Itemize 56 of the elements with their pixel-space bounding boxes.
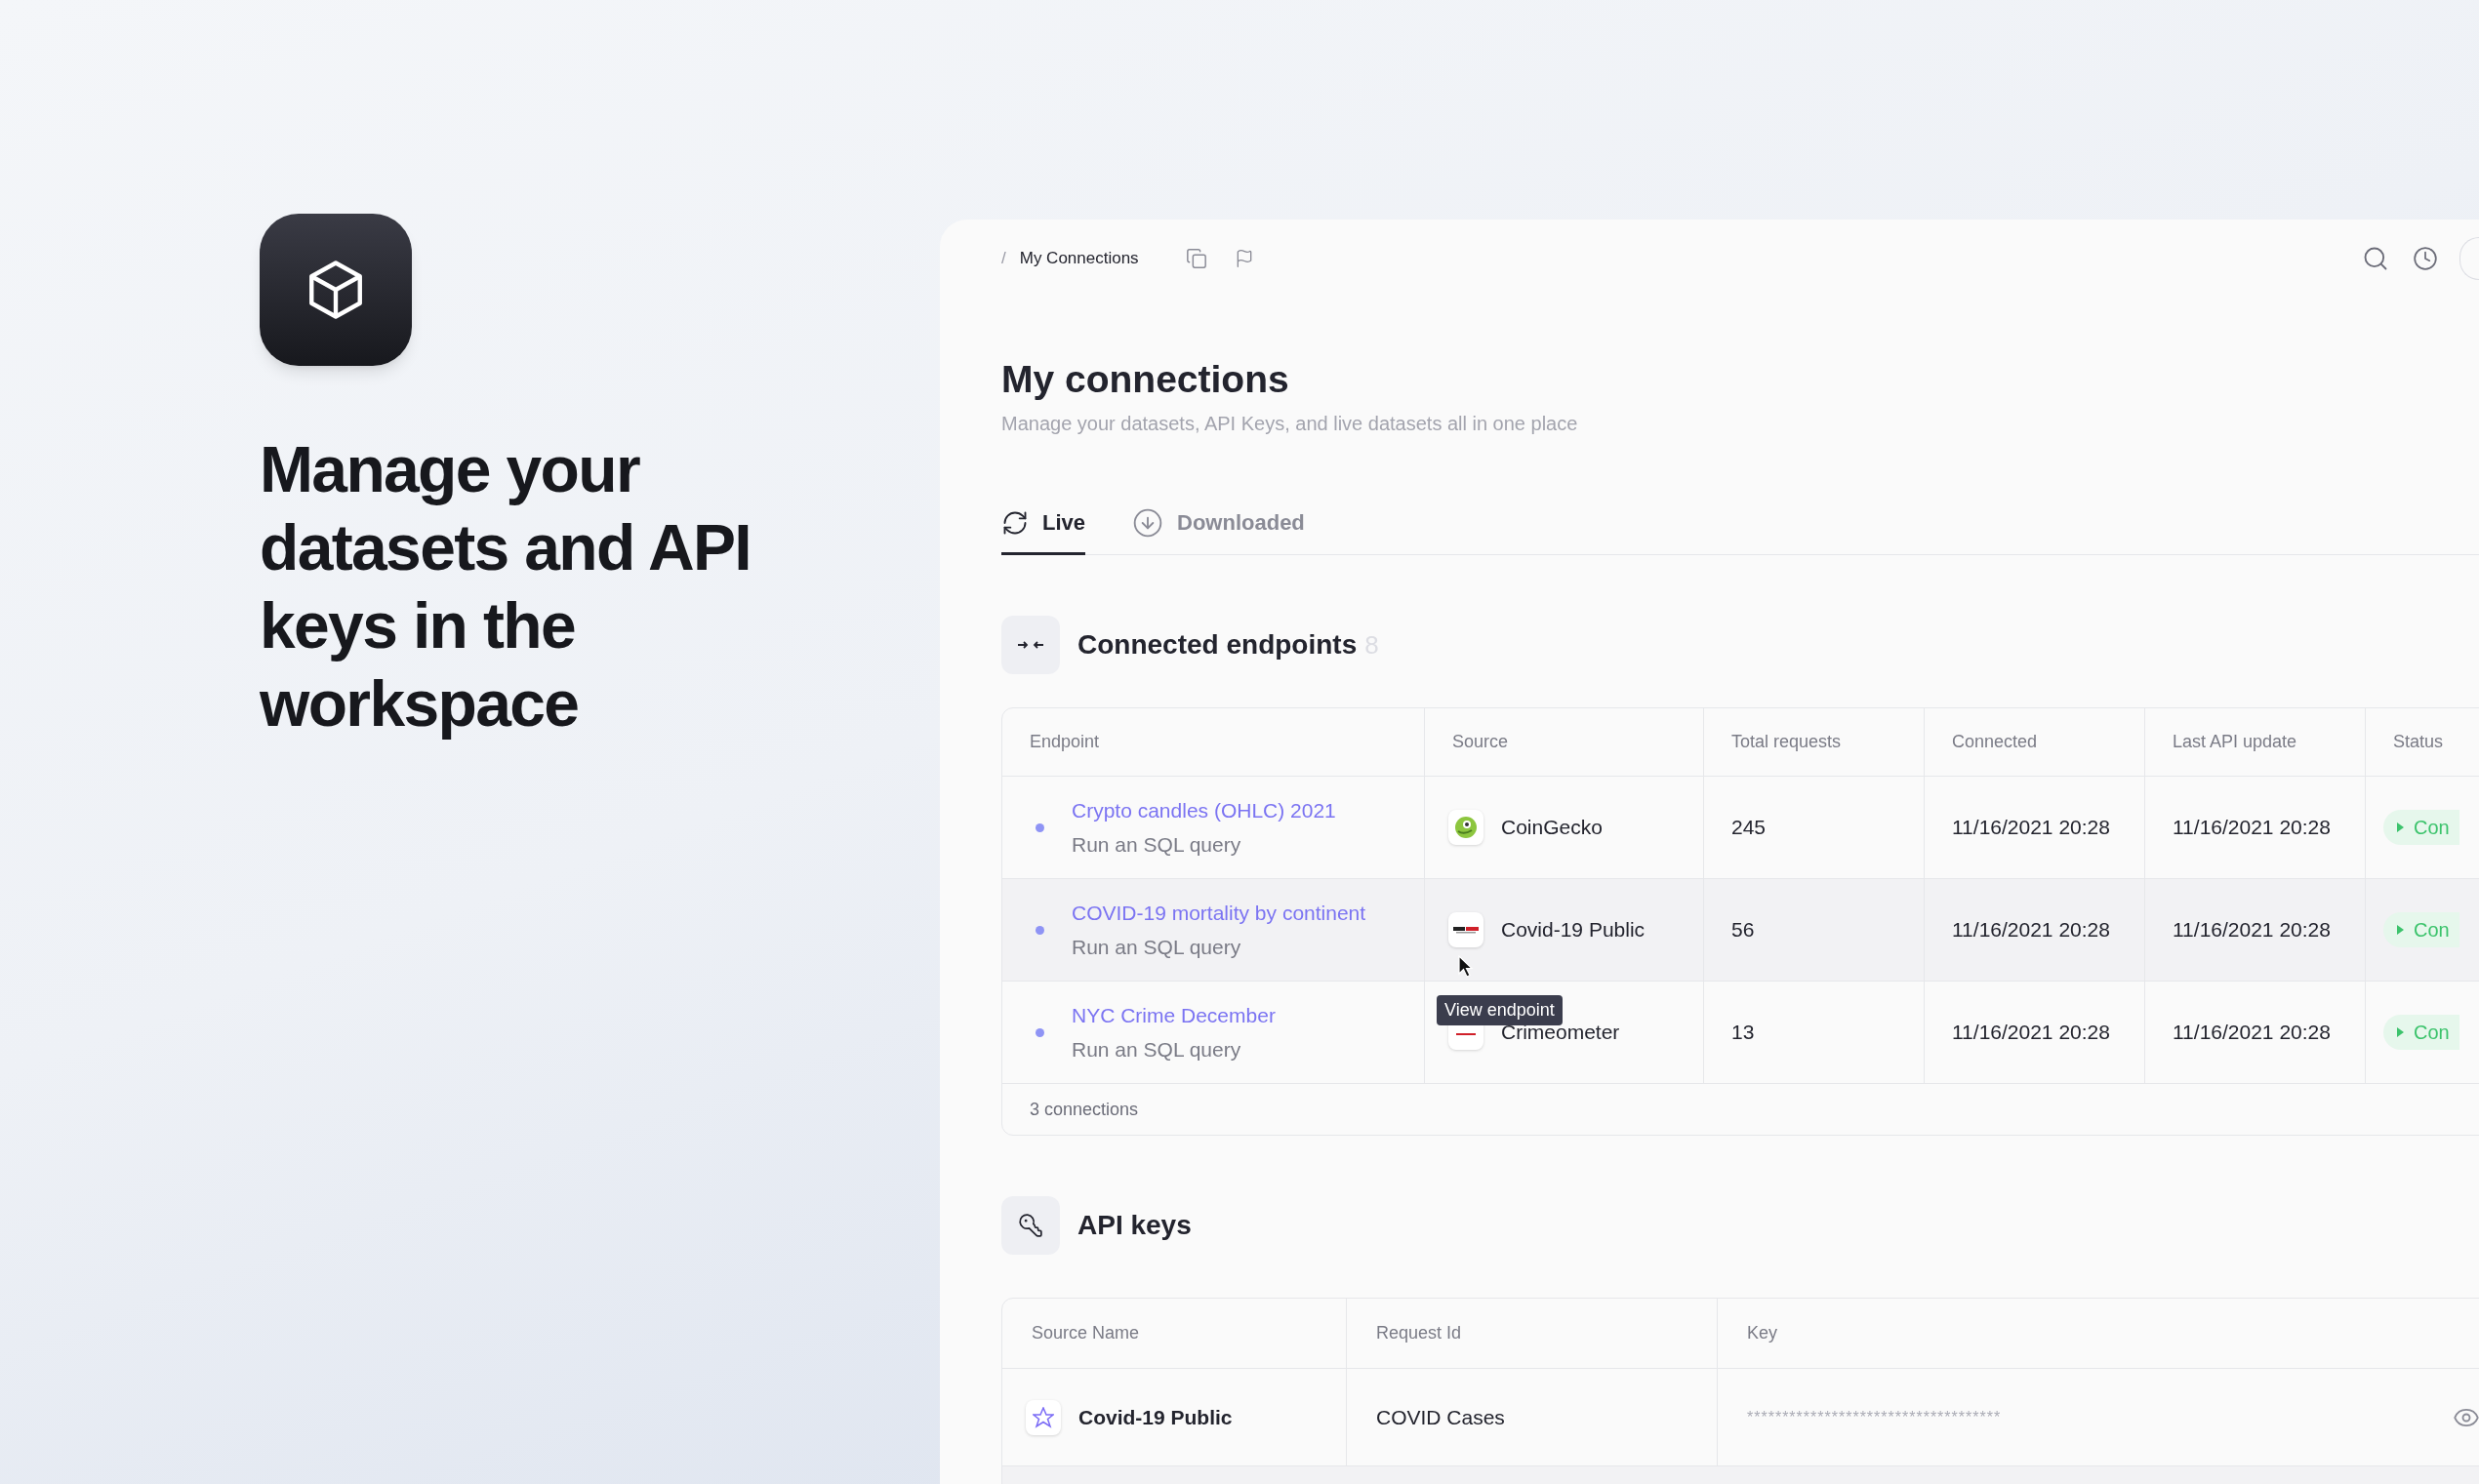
endpoint-action: Run an SQL query bbox=[1072, 1037, 1242, 1063]
play-icon bbox=[2397, 925, 2404, 935]
table-cell: 13 bbox=[1703, 982, 1924, 1083]
column-header: Source Name bbox=[1031, 1322, 1141, 1344]
merge-arrows-icon bbox=[1017, 639, 1044, 651]
page-title: My connections bbox=[1001, 357, 1290, 402]
masked-key: ************************************ bbox=[1747, 1405, 2002, 1429]
breadcrumb-link[interactable]: My Connections bbox=[1019, 246, 1139, 271]
download-icon bbox=[1132, 506, 1164, 539]
status-badge: Con bbox=[2383, 912, 2459, 947]
table-cell: 56 bbox=[1703, 879, 1924, 981]
status-badge: Con bbox=[2383, 1015, 2459, 1050]
table-row[interactable]: NYC Crime December Run an SQL query View endpoint Crimeometer 13 11/16/2021 20:28 11/16/2021 20:28 Con bbox=[1002, 982, 2479, 1084]
endpoint-action: Run an SQL query bbox=[1072, 832, 1242, 858]
table-cell-text: Covid-19 Public bbox=[1501, 917, 1646, 943]
copy-icon[interactable] bbox=[1185, 248, 1207, 269]
tab[interactable]: Live bbox=[1001, 506, 1086, 555]
column-header: Total requests bbox=[1703, 708, 1924, 776]
source-logo bbox=[1026, 1399, 1061, 1435]
section-title: Connected endpoints bbox=[1077, 628, 1358, 662]
column-header: Request Id bbox=[1346, 1299, 1717, 1368]
table-cell: 11/16/2021 20:28 bbox=[1924, 777, 2144, 878]
key-icon bbox=[1018, 1213, 1043, 1238]
breadcrumb-separator: / bbox=[1001, 248, 1006, 270]
status-badge: Con bbox=[2383, 810, 2459, 845]
table-cell: 11/16/2021 20:28 bbox=[1924, 879, 2144, 981]
play-icon bbox=[2397, 822, 2404, 832]
page-subtitle: Manage your datasets, API Keys, and live datasets all in one place bbox=[1001, 412, 1579, 436]
column-header: Key bbox=[1717, 1299, 2479, 1368]
column-header: Source bbox=[1424, 708, 1703, 776]
table-footer: 3 connections bbox=[1002, 1084, 2479, 1135]
endpoint-link[interactable]: Crypto candles (OHLC) 2021 bbox=[1072, 794, 1336, 825]
table-cell: COVID Cases bbox=[1346, 1369, 1717, 1465]
source-logo bbox=[1448, 810, 1483, 845]
table-cell: 11/16/2021 20:28 bbox=[2144, 777, 2365, 878]
history-icon[interactable] bbox=[2413, 246, 2438, 271]
tooltip: View endpoint bbox=[1437, 995, 1563, 1025]
column-header: Connected bbox=[1924, 708, 2144, 776]
table-cell-text: CoinGecko bbox=[1501, 815, 1603, 841]
column-header: Last API update bbox=[2144, 708, 2365, 776]
source-logo bbox=[1448, 912, 1483, 947]
column-header: Status bbox=[2365, 708, 2479, 776]
play-icon bbox=[2397, 1027, 2404, 1037]
endpoint-link[interactable]: NYC Crime December bbox=[1072, 999, 1276, 1030]
table-cell: 11/16/2021 20:28 bbox=[2144, 879, 2365, 981]
table-cell: 11/16/2021 20:28 bbox=[2144, 982, 2365, 1083]
table-cell-text: Covid-19 Public bbox=[1078, 1404, 1233, 1430]
column-header: Endpoint bbox=[1029, 731, 1101, 753]
table-cell: 245 bbox=[1703, 777, 1924, 878]
cursor-icon bbox=[1458, 955, 1474, 979]
headline: Manage your datasets and API keys in the workspace bbox=[260, 432, 752, 742]
table-cell: 11/16/2021 20:28 bbox=[1924, 982, 2144, 1083]
table-row[interactable]: COVID-19 mortality by continent Run an SQL query Covid-19 Public 56 11/16/2021 20:28 11/16/2021 20:28 Con bbox=[1002, 879, 2479, 982]
endpoint-action: Run an SQL query bbox=[1072, 935, 1242, 960]
search-icon[interactable] bbox=[2362, 245, 2389, 272]
section-title: API keys bbox=[1077, 1209, 1192, 1242]
